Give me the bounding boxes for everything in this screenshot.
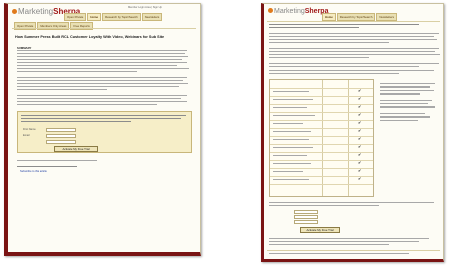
text-line (17, 50, 187, 52)
check-icon: ✔ (358, 152, 362, 157)
check-icon: ✔ (358, 96, 362, 101)
check-icon: ✔ (358, 128, 362, 133)
subscribe-link[interactable]: Subscribe to this article (20, 170, 47, 173)
check-icon: ✔ (358, 136, 362, 141)
comparison-table: ✔ ✔ ✔ ✔ ✔ ✔ ✔ ✔ ✔ ✔ ✔ ✔ (269, 79, 374, 197)
last-name-input[interactable] (294, 215, 318, 219)
text-line (269, 238, 429, 240)
text-line (269, 48, 439, 50)
form-intro-line (21, 118, 181, 120)
sidebar-notes (380, 83, 440, 123)
text-line (17, 80, 183, 82)
text-line (269, 54, 440, 56)
text-line (17, 160, 97, 162)
divider (12, 28, 196, 29)
divider (267, 21, 440, 22)
text-line (17, 68, 189, 70)
check-icon: ✔ (358, 88, 362, 93)
footer-divider (267, 250, 440, 251)
text-line (17, 89, 107, 91)
text-line (269, 66, 419, 68)
text-line (17, 65, 177, 67)
email-input[interactable] (294, 220, 318, 224)
text-line (269, 39, 437, 41)
activate-trial-button[interactable]: Activate My Free Trial (54, 146, 98, 152)
footer-line (269, 253, 409, 255)
logo-mark-icon (12, 9, 17, 14)
nav-tab-0[interactable]: Open Private (64, 13, 87, 21)
check-icon: ✔ (358, 176, 362, 181)
nav-tab-home[interactable]: Home (87, 13, 102, 21)
check-icon: ✔ (358, 104, 362, 109)
article-headline: How Summer Press Built RCL Customer Loya… (15, 35, 165, 39)
text-line (17, 95, 187, 97)
activate-trial-button[interactable]: Activate My Free Trial (300, 227, 340, 233)
text-line (17, 86, 179, 88)
text-line (269, 33, 439, 35)
text-line (17, 53, 185, 55)
text-line (269, 57, 369, 59)
text-line (17, 59, 182, 61)
trial-form: First Name Email Activate My Free Trial (17, 111, 192, 153)
nav-tab-newsletters[interactable]: Newsletters (376, 13, 398, 21)
logo[interactable]: MarketingSherpa (268, 8, 328, 15)
text-line (269, 70, 434, 72)
text-line (269, 42, 389, 44)
main-nav: Home Research by Topic/Search Newsletter… (322, 13, 398, 21)
text-line (17, 104, 157, 106)
nav-tab-research[interactable]: Research by Topic/Search (336, 13, 376, 21)
first-name-label: First Name (23, 128, 36, 131)
text-line (269, 244, 389, 246)
text-line (269, 63, 439, 65)
first-name-input[interactable] (46, 128, 76, 132)
form-intro-line (21, 115, 186, 117)
email-input[interactable] (46, 134, 76, 138)
text-line (269, 241, 419, 243)
form-intro-line (21, 121, 131, 123)
top-links[interactable]: Member Login Area | Sign Up (128, 6, 162, 9)
text-line (269, 36, 434, 38)
check-icon: ✔ (358, 120, 362, 125)
text-line (269, 202, 434, 204)
right-page-screenshot: MarketingSherpa Home Research by Topic/S… (261, 3, 444, 262)
extra-input[interactable] (46, 140, 76, 144)
related-heading-line (17, 166, 77, 168)
title-line (269, 27, 359, 29)
text-line (269, 205, 379, 207)
text-line (269, 51, 435, 53)
main-nav: Open Private Home Research by Topic/Sear… (64, 13, 163, 21)
text-line (17, 83, 188, 85)
logo-mark-icon (268, 8, 273, 13)
text-line (17, 77, 187, 79)
text-line (17, 98, 181, 100)
left-page-screenshot: Member Login Area | Sign Up MarketingShe… (4, 3, 201, 256)
check-icon: ✔ (358, 112, 362, 117)
email-label: Email (23, 134, 30, 137)
title-line (269, 24, 419, 26)
nav-tab-research[interactable]: Research by Topic/Search (102, 13, 141, 21)
nav-tab-newsletters[interactable]: Newsletters (141, 13, 163, 21)
text-line (17, 71, 137, 73)
check-icon: ✔ (358, 160, 362, 165)
check-icon: ✔ (358, 168, 362, 173)
text-line (17, 56, 188, 58)
text-line (269, 73, 399, 75)
text-line (17, 62, 187, 64)
nav-tab-home[interactable]: Home (322, 13, 336, 21)
text-line (17, 101, 187, 103)
first-name-input[interactable] (294, 210, 318, 214)
check-icon: ✔ (358, 144, 362, 149)
